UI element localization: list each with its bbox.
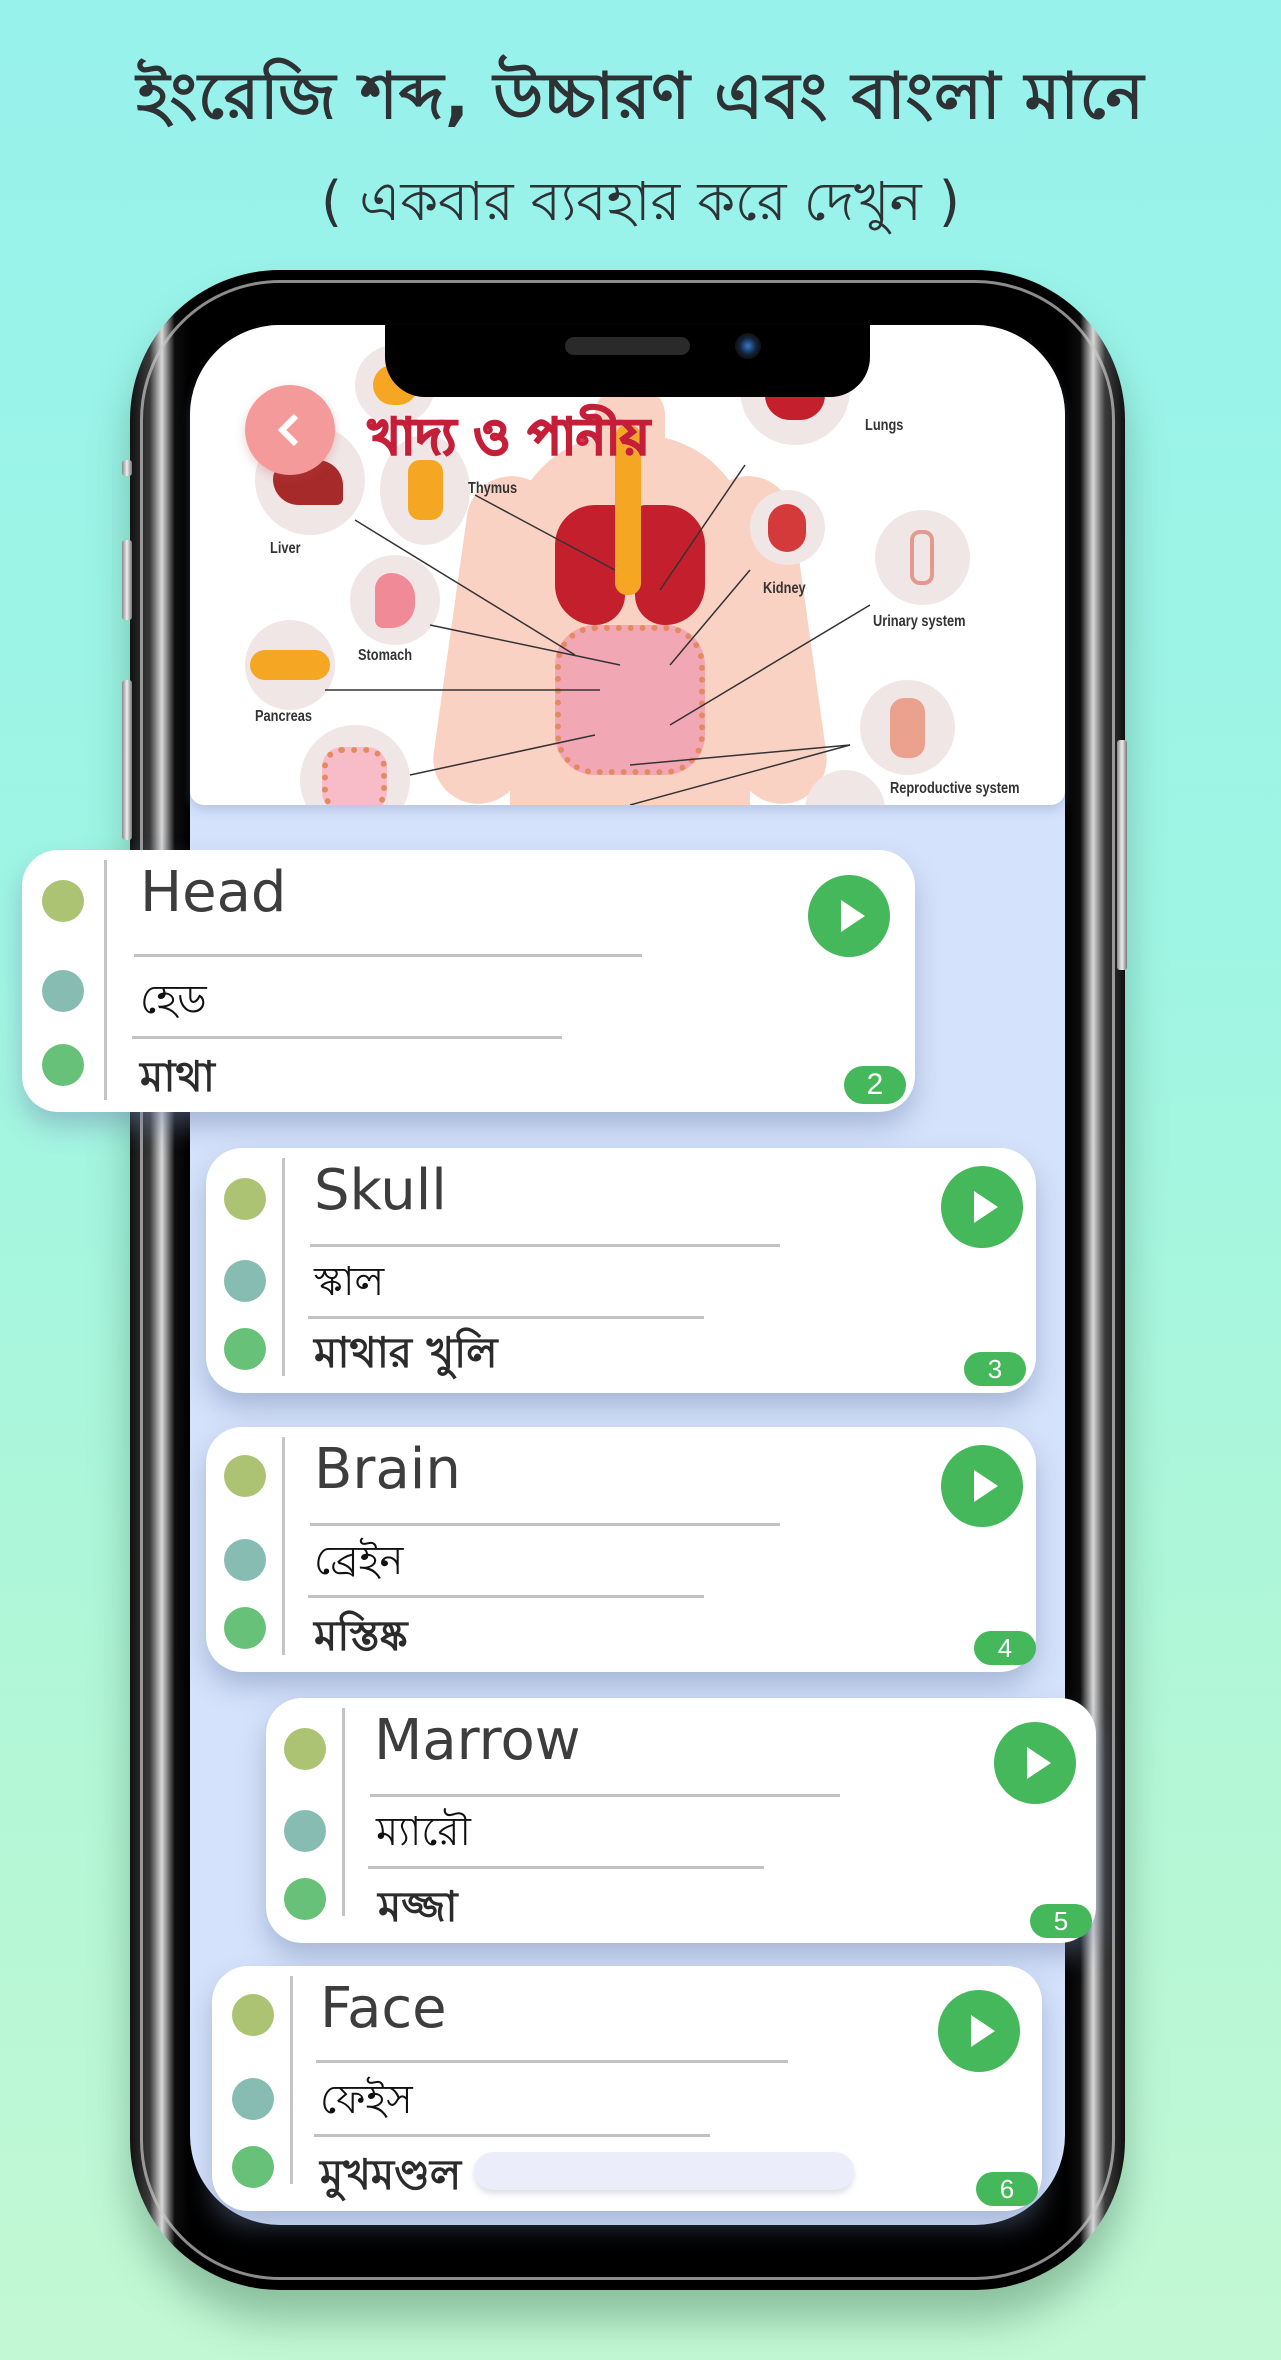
word-card[interactable]: Brain ব্রেইন মস্তিষ্ক 4 xyxy=(206,1427,1036,1672)
banner-label-urinary-system: Urinary system xyxy=(873,613,966,630)
play-icon xyxy=(841,900,865,932)
phone-side-button-left-1 xyxy=(122,460,132,476)
phone-side-button-right xyxy=(1117,740,1127,970)
card-divider-vertical xyxy=(282,1158,285,1376)
play-audio-button[interactable] xyxy=(994,1722,1076,1804)
banner-label-stomach: Stomach xyxy=(358,647,413,664)
bangla-meaning: মস্তিষ্ক xyxy=(314,1611,408,1660)
card-divider-vertical xyxy=(282,1437,285,1655)
play-audio-button[interactable] xyxy=(808,875,890,957)
card-divider xyxy=(370,1794,840,1797)
phone-side-button-left-3 xyxy=(122,680,132,840)
pronunciation-dot-icon xyxy=(232,2078,274,2120)
promo-subheadline: ( একবার ব্যবহার করে দেখুন ) xyxy=(321,170,960,233)
phone-side-button-left-2 xyxy=(122,540,132,620)
word-dot-icon xyxy=(42,880,84,922)
word-dot-icon xyxy=(232,1994,274,2036)
card-divider xyxy=(134,954,642,957)
pronunciation-dot-icon xyxy=(224,1539,266,1581)
pronunciation-dot-icon xyxy=(224,1260,266,1302)
word-card[interactable]: Face ফেইস মুখমণ্ডল 6 xyxy=(212,1966,1042,2211)
play-audio-button[interactable] xyxy=(941,1166,1023,1248)
meaning-dot-icon xyxy=(224,1607,266,1649)
banner-label-pancreas: Pancreas xyxy=(255,708,312,725)
pronunciation-text: স্কাল xyxy=(314,1259,385,1305)
pronunciation-dot-icon xyxy=(284,1810,326,1852)
word-card[interactable]: Head হেড মাথা 2 xyxy=(22,850,915,1112)
word-number-badge: 4 xyxy=(974,1631,1036,1665)
pronunciation-text: হেড xyxy=(140,977,207,1023)
word-number-badge: 5 xyxy=(1030,1904,1092,1938)
word-dot-icon xyxy=(224,1455,266,1497)
word-card[interactable]: Skull স্কাল মাথার খুলি 3 xyxy=(206,1148,1036,1393)
loading-placeholder-bar xyxy=(474,2152,854,2190)
word-number-badge: 3 xyxy=(964,1352,1026,1386)
banner-label-kidney: Kidney xyxy=(763,580,806,597)
pronunciation-text: ফেইস xyxy=(320,2077,413,2123)
card-divider xyxy=(308,1316,704,1319)
play-icon xyxy=(971,2015,995,2047)
play-icon xyxy=(974,1470,998,1502)
pronunciation-text: ম্যারৌ xyxy=(376,1809,471,1855)
card-divider xyxy=(310,1244,780,1247)
word-number-badge: 6 xyxy=(976,2172,1038,2206)
chevron-left-icon xyxy=(277,413,299,447)
phone-notch xyxy=(385,325,870,397)
play-audio-button[interactable] xyxy=(941,1445,1023,1527)
word-card[interactable]: Marrow ম্যারৌ মজ্জা 5 xyxy=(266,1698,1096,1943)
play-audio-button[interactable] xyxy=(938,1990,1020,2072)
card-divider xyxy=(368,1866,764,1869)
english-word: Head xyxy=(140,860,287,925)
card-divider xyxy=(308,1595,704,1598)
back-button[interactable] xyxy=(245,385,335,475)
card-divider xyxy=(310,1523,780,1526)
meaning-dot-icon xyxy=(232,2146,274,2188)
category-title: খাদ্য ও পানীয় xyxy=(367,407,651,467)
card-divider-vertical xyxy=(342,1708,345,1916)
card-divider xyxy=(132,1036,562,1039)
english-word: Marrow xyxy=(374,1708,581,1773)
phone-speaker xyxy=(565,337,690,355)
banner-label-reproductive-system: Reproductive system xyxy=(890,780,1020,797)
bangla-meaning: মজ্জা xyxy=(378,1882,458,1931)
english-word: Face xyxy=(320,1976,447,2041)
bangla-meaning: মাথার খুলি xyxy=(314,1328,498,1377)
english-word: Brain xyxy=(314,1437,461,1502)
english-word: Skull xyxy=(314,1158,447,1223)
pronunciation-text: ব্রেইন xyxy=(314,1538,404,1584)
banner-label-liver: Liver xyxy=(270,540,301,557)
card-divider xyxy=(316,2060,788,2063)
meaning-dot-icon xyxy=(224,1328,266,1370)
meaning-dot-icon xyxy=(42,1044,84,1086)
card-divider-vertical xyxy=(290,1976,293,2184)
bangla-meaning: মাথা xyxy=(140,1052,215,1101)
card-divider-vertical xyxy=(104,860,107,1100)
promo-headline: ইংরেজি শব্দ, উচ্চারণ এবং বাংলা মানে xyxy=(136,60,1145,134)
bangla-meaning: মুখমণ্ডল xyxy=(320,2150,462,2199)
word-number-badge: 2 xyxy=(844,1066,906,1104)
phone-camera xyxy=(735,333,761,359)
card-divider xyxy=(314,2134,710,2137)
play-icon xyxy=(974,1191,998,1223)
word-dot-icon xyxy=(224,1178,266,1220)
word-dot-icon xyxy=(284,1728,326,1770)
pronunciation-dot-icon xyxy=(42,970,84,1012)
play-icon xyxy=(1027,1747,1051,1779)
meaning-dot-icon xyxy=(284,1878,326,1920)
banner-label-lungs: Lungs xyxy=(865,417,904,434)
